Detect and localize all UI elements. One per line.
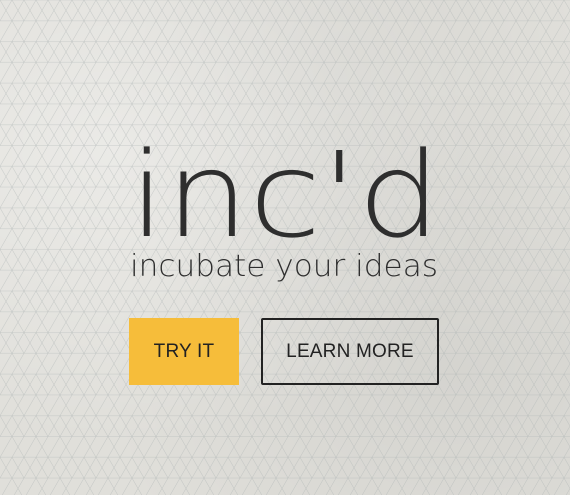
learn-more-button[interactable]: LEARN MORE <box>261 318 439 385</box>
logo: inc'd incubate your ideas <box>129 126 441 284</box>
try-it-button[interactable]: TRY IT <box>129 318 239 385</box>
tagline: incubate your ideas <box>130 249 438 284</box>
logo-wordmark: inc'd <box>129 126 441 264</box>
